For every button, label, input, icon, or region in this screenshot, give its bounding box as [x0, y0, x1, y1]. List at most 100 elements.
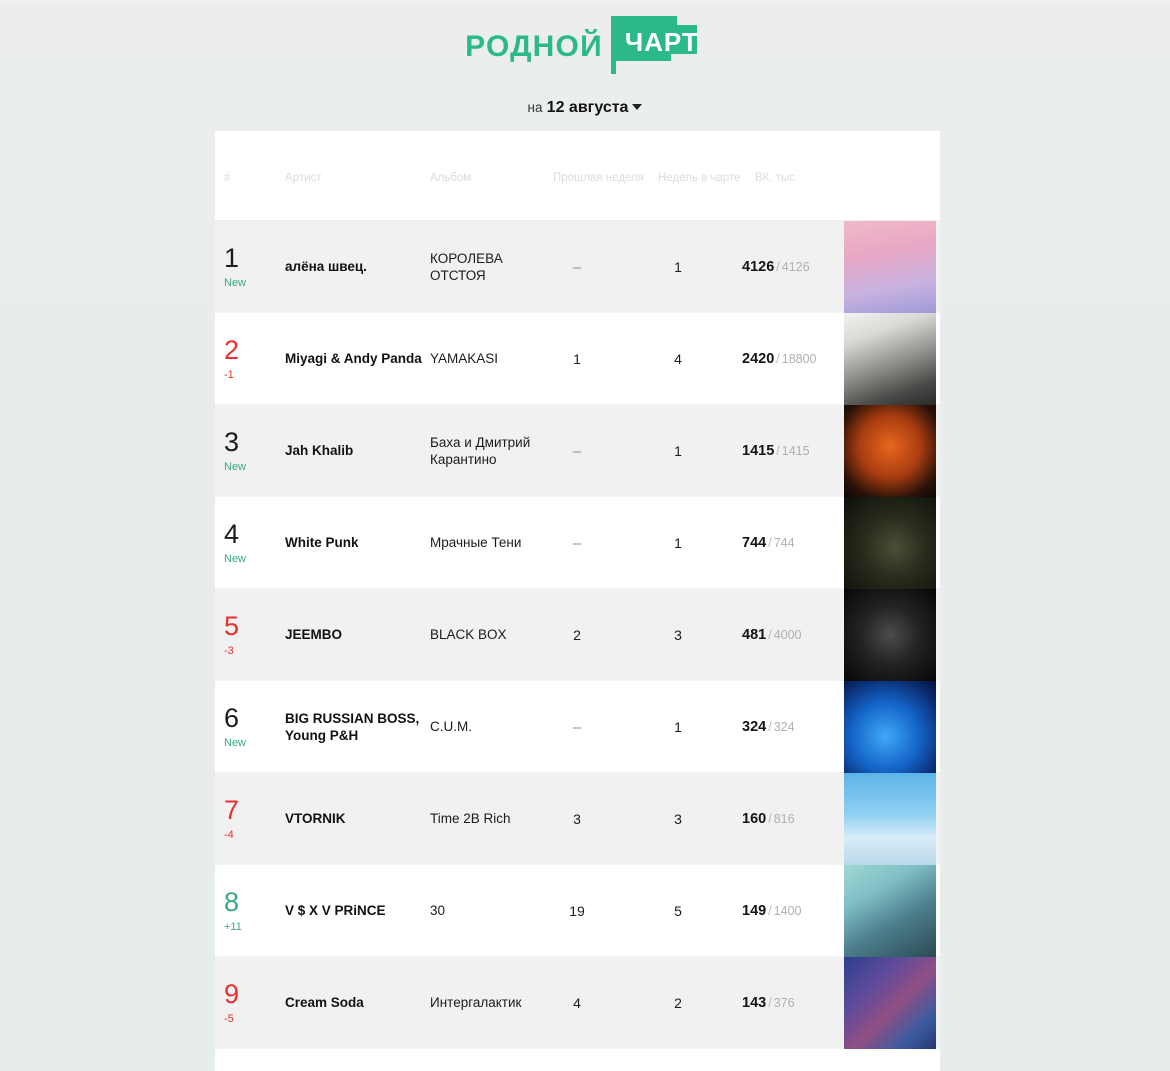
table-row[interactable]: 7 -4 VTORNIK Time 2B Rich 3 3 160/816: [215, 773, 940, 865]
rank-cell: 1 New: [224, 221, 280, 313]
vk-separator: /: [776, 352, 780, 366]
album-cell[interactable]: C.U.M.: [430, 681, 550, 773]
artist-cell[interactable]: алёна швец.: [285, 221, 423, 313]
rank-number: 9: [224, 979, 240, 1009]
table-row[interactable]: 1 New алёна швец. КОРОЛЕВА ОТСТОЯ – 1 4126/412…: [215, 221, 940, 313]
rank-delta: New: [224, 277, 247, 289]
album-cell[interactable]: 30: [430, 865, 550, 957]
logo-word-rodnoy: РОДНОЙ: [465, 30, 603, 63]
album-art-cell[interactable]: [844, 497, 936, 589]
site-logo[interactable]: РОДНОЙ ЧАРТ: [0, 15, 1170, 75]
rank-number: 3: [224, 427, 240, 457]
album-name: Time 2B Rich: [430, 811, 511, 827]
prev-week-cell: –: [542, 221, 612, 313]
album-art-cell[interactable]: [844, 865, 936, 957]
artist-cell[interactable]: V $ X V PRiNCE: [285, 865, 423, 957]
album-cell[interactable]: BLACK BOX: [430, 589, 550, 681]
vk-total: 744: [773, 536, 795, 550]
album-art-cell[interactable]: [844, 589, 936, 681]
prev-week-cell: 2: [542, 589, 612, 681]
rank-number: 7: [224, 795, 240, 825]
vk-cell: 1415/1415: [742, 405, 852, 497]
artist-cell[interactable]: White Punk: [285, 497, 423, 589]
table-row[interactable]: 8 +11 V $ X V PRiNCE 30 19 5 149/1400: [215, 865, 940, 957]
rank-cell: 7 -4: [224, 773, 280, 865]
album-art-cell[interactable]: [844, 405, 936, 497]
date-prefix: на: [527, 100, 543, 115]
rank-delta: -3: [224, 645, 234, 657]
artist-cell[interactable]: JEEMBO: [285, 589, 423, 681]
prev-week-value: –: [572, 442, 582, 460]
vk-total: 376: [773, 996, 795, 1010]
album-cell[interactable]: YAMAKASI: [430, 313, 550, 405]
vk-separator: /: [768, 904, 772, 918]
weeks-cell: 2: [645, 957, 711, 1049]
artist-name: VTORNIK: [285, 811, 346, 827]
album-art-cell[interactable]: [844, 773, 936, 865]
vk-separator: /: [768, 812, 772, 826]
album-art-cell[interactable]: [844, 313, 936, 405]
vk-separator: /: [768, 720, 772, 734]
table-row[interactable]: 5 -3 JEEMBO BLACK BOX 2 3 481/4000: [215, 589, 940, 681]
weeks-cell: 1: [645, 405, 711, 497]
rank-delta: New: [224, 737, 247, 749]
album-cell[interactable]: Интергалактик: [430, 957, 550, 1049]
vk-cell: 160/816: [742, 773, 852, 865]
vk-current: 149: [742, 903, 767, 919]
artist-name: White Punk: [285, 535, 359, 551]
album-name: C.U.M.: [430, 719, 472, 735]
vk-total: 4126: [781, 260, 810, 274]
artist-cell[interactable]: Jah Khalib: [285, 405, 423, 497]
table-row[interactable]: 3 New Jah Khalib Баха и Дмитрий Карантино – 1…: [215, 405, 940, 497]
vk-current: 2420: [742, 351, 775, 367]
rank-delta: New: [224, 461, 247, 473]
artist-cell[interactable]: BIG RUSSIAN BOSS, Young P&H: [285, 681, 423, 773]
album-cell[interactable]: Time 2B Rich: [430, 773, 550, 865]
table-row[interactable]: 2 -1 Miyagi & Andy Panda YAMAKASI 1 4 2420/188…: [215, 313, 940, 405]
vk-separator: /: [768, 628, 772, 642]
weeks-value: 4: [674, 351, 682, 367]
album-name: Баха и Дмитрий Карантино: [430, 434, 531, 467]
vk-current: 481: [742, 627, 767, 643]
table-row[interactable]: 6 New BIG RUSSIAN BOSS, Young P&H C.U.M. – 1 3…: [215, 681, 940, 773]
vk-cell: 744/744: [742, 497, 852, 589]
vk-cell: 149/1400: [742, 865, 852, 957]
vk-total: 1400: [773, 904, 802, 918]
weeks-cell: 3: [645, 589, 711, 681]
album-art-image: [844, 497, 936, 589]
album-art-cell[interactable]: [844, 957, 936, 1049]
table-row[interactable]: 9 -5 Cream Soda Интергалактик 4 2 143/376: [215, 957, 940, 1049]
album-art-image: [844, 957, 936, 1049]
album-art-cell[interactable]: [844, 221, 936, 313]
vk-separator: /: [768, 536, 772, 550]
rank-cell: 6 New: [224, 681, 280, 773]
rank-delta: -4: [224, 829, 234, 841]
artist-cell[interactable]: Cream Soda: [285, 957, 423, 1049]
table-header-row: # Артист Альбом Прошлая неделя Недель в …: [215, 131, 940, 221]
rank-cell: 4 New: [224, 497, 280, 589]
artist-name: Jah Khalib: [285, 443, 354, 459]
rank-number: 1: [224, 243, 240, 273]
album-name: YAMAKASI: [430, 351, 499, 367]
artist-cell[interactable]: VTORNIK: [285, 773, 423, 865]
date-selector[interactable]: на 12 августа: [0, 99, 1170, 117]
prev-week-value: 4: [573, 995, 581, 1011]
header-vk: ВК, тыс.: [755, 172, 799, 184]
weeks-value: 2: [674, 995, 682, 1011]
weeks-cell: 3: [645, 773, 711, 865]
album-art-cell[interactable]: [844, 681, 936, 773]
album-cell[interactable]: КОРОЛЕВА ОТСТОЯ: [430, 221, 550, 313]
vk-separator: /: [776, 260, 780, 274]
artist-cell[interactable]: Miyagi & Andy Panda: [285, 313, 423, 405]
artist-name: алёна швец.: [285, 259, 367, 275]
album-cell[interactable]: Баха и Дмитрий Карантино: [430, 405, 550, 497]
table-row[interactable]: 4 New White Punk Мрачные Тени – 1 744/744: [215, 497, 940, 589]
album-cell[interactable]: Мрачные Тени: [430, 497, 550, 589]
chevron-down-icon[interactable]: [632, 104, 643, 111]
rank-delta: -1: [224, 369, 234, 381]
weeks-value: 1: [674, 535, 682, 551]
rank-number: 2: [224, 335, 240, 365]
weeks-value: 3: [674, 627, 682, 643]
vk-total: 4000: [773, 628, 802, 642]
rank-delta: New: [224, 553, 247, 565]
